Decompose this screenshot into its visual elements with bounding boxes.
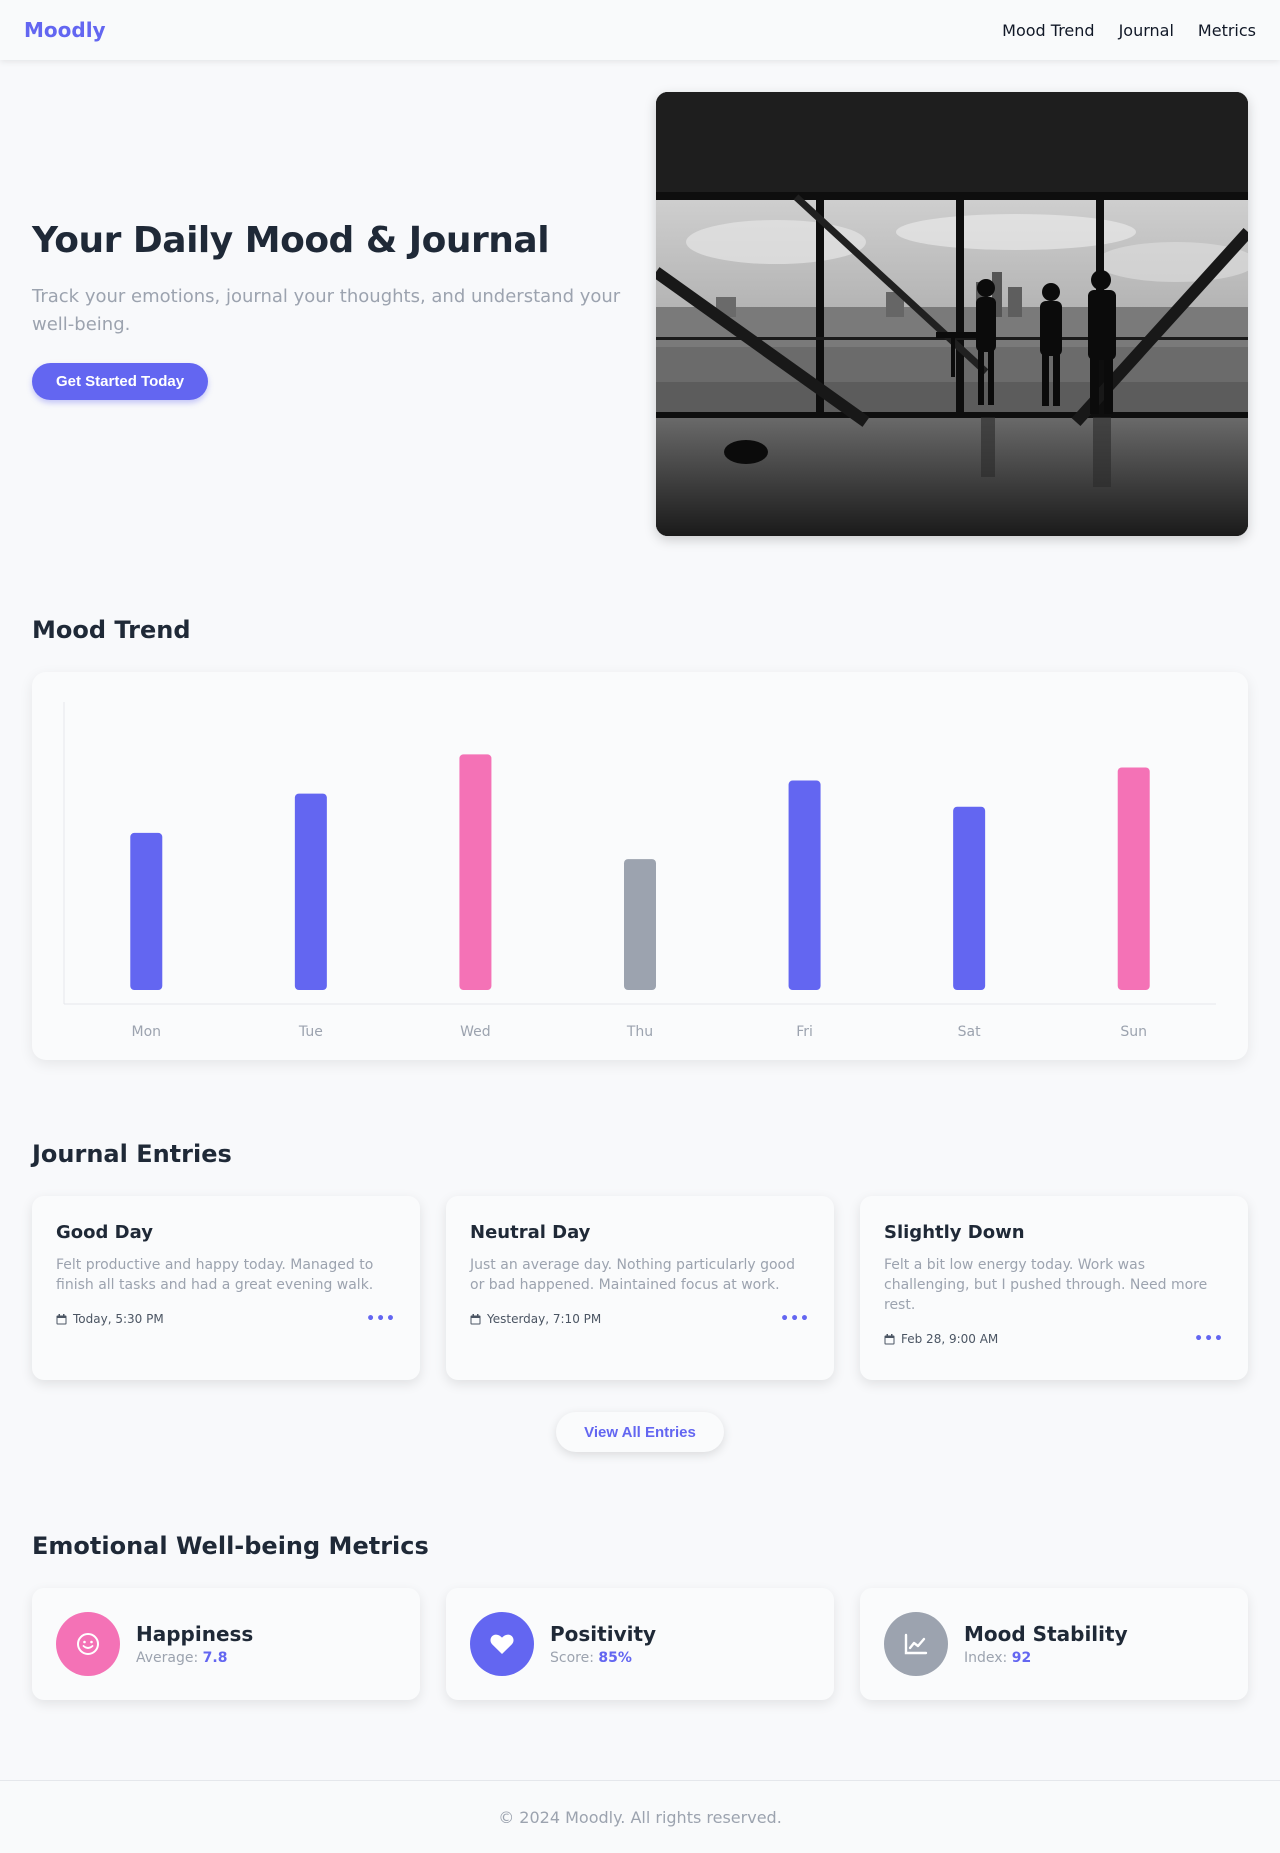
- journal-card-meta: Yesterday, 7:10 PM •••: [470, 1311, 810, 1327]
- metric-icon-circle: [884, 1612, 948, 1676]
- smile-icon: [77, 1633, 99, 1655]
- metric-card-happiness: Happiness Average: 7.8: [32, 1588, 420, 1700]
- metric-subtitle: Index: 92: [964, 1650, 1128, 1666]
- heart-icon: [490, 1634, 514, 1654]
- main-nav: Mood Trend Journal Metrics: [1002, 21, 1256, 40]
- metric-icon-circle: [56, 1612, 120, 1676]
- chart-x-tick-label: Tue: [298, 1024, 323, 1040]
- journal-card-date-text: Yesterday, 7:10 PM: [487, 1312, 602, 1326]
- metric-title: Happiness: [136, 1622, 254, 1646]
- calendar-icon: [884, 1333, 895, 1344]
- metric-text: Positivity Score: 85%: [550, 1622, 656, 1666]
- hero-title: Your Daily Mood & Journal: [32, 220, 550, 261]
- journal-card-date-text: Feb 28, 9:00 AM: [901, 1332, 999, 1346]
- metrics-list: Happiness Average: 7.8 Positivity Score:…: [32, 1588, 1248, 1700]
- metric-subtitle: Score: 85%: [550, 1650, 656, 1666]
- metric-label: Index:: [964, 1650, 1008, 1666]
- chart-bar-thu[interactable]: [624, 859, 656, 990]
- hero-text: Your Daily Mood & Journal Track your emo…: [32, 220, 632, 400]
- journal-card-text: Just an average day. Nothing particularl…: [470, 1257, 795, 1293]
- journal-card-date: Today, 5:30 PM: [56, 1312, 164, 1326]
- hero-photo-illustration: [656, 92, 1248, 536]
- chart-x-tick-label: Sun: [1120, 1024, 1147, 1040]
- journal-card-date: Yesterday, 7:10 PM: [470, 1312, 601, 1326]
- more-options-icon[interactable]: •••: [780, 1311, 810, 1327]
- hero-subtitle: Track your emotions, journal your though…: [32, 286, 621, 335]
- mood-trend-heading: Mood Trend: [32, 616, 191, 644]
- nav-link-journal[interactable]: Journal: [1119, 21, 1174, 40]
- chart-line-icon: [904, 1633, 928, 1655]
- journal-card[interactable]: Slightly Down Felt a bit low energy toda…: [860, 1196, 1248, 1380]
- nav-link-metrics[interactable]: Metrics: [1198, 21, 1256, 40]
- chart-bar-sun[interactable]: [1117, 767, 1150, 990]
- chart-bar-sat[interactable]: [953, 806, 986, 990]
- calendar-icon: [470, 1313, 481, 1324]
- metric-text: Happiness Average: 7.8: [136, 1622, 253, 1666]
- journal-card[interactable]: Good Day Felt productive and happy today…: [32, 1196, 420, 1380]
- get-started-button[interactable]: Get Started Today: [32, 363, 209, 400]
- hero-image: [656, 92, 1248, 536]
- more-options-icon[interactable]: •••: [1194, 1331, 1224, 1347]
- mood-trend-chart: Mon Tue Wed Thu Fri Sat Sun: [63, 702, 1216, 1040]
- journal-card-meta: Feb 28, 9:00 AM •••: [884, 1331, 1224, 1347]
- journal-card[interactable]: Neutral Day Just an average day. Nothing…: [446, 1196, 834, 1380]
- view-all-entries-button[interactable]: View All Entries: [556, 1412, 724, 1452]
- metrics-heading: Emotional Well-being Metrics: [32, 1532, 429, 1560]
- metric-label: Average:: [136, 1650, 199, 1666]
- metric-title: Mood Stability: [964, 1622, 1128, 1646]
- journal-card-date: Feb 28, 9:00 AM: [884, 1332, 998, 1346]
- metric-value: 92: [1011, 1650, 1032, 1666]
- metric-text: Mood Stability Index: 92: [964, 1622, 1128, 1666]
- chart-bar-wed[interactable]: [459, 754, 492, 990]
- chart-bar-mon[interactable]: [130, 832, 163, 990]
- brand-logo[interactable]: Moodly: [24, 18, 106, 42]
- footer: © 2024 Moodly. All rights reserved.: [0, 1780, 1280, 1853]
- calendar-icon: [56, 1313, 67, 1324]
- journal-heading: Journal Entries: [32, 1140, 232, 1168]
- top-navbar: Moodly Mood Trend Journal Metrics: [0, 0, 1280, 60]
- journal-card-title: Neutral Day: [470, 1222, 591, 1243]
- metric-card-positivity: Positivity Score: 85%: [446, 1588, 834, 1700]
- chart-x-tick-label: Thu: [626, 1024, 653, 1040]
- metric-title: Positivity: [550, 1622, 657, 1646]
- journal-entries-list: Good Day Felt productive and happy today…: [32, 1196, 1248, 1380]
- chart-x-tick-label: Sat: [958, 1024, 981, 1040]
- journal-card-title: Good Day: [56, 1222, 153, 1243]
- journal-card-text: Felt productive and happy today. Managed…: [56, 1257, 374, 1293]
- footer-copyright: © 2024 Moodly. All rights reserved.: [498, 1807, 782, 1827]
- journal-card-text: Felt a bit low energy today. Work was ch…: [884, 1257, 1208, 1313]
- chart-bar-tue[interactable]: [294, 793, 327, 990]
- journal-card-meta: Today, 5:30 PM •••: [56, 1311, 396, 1327]
- mood-trend-chart-card: Mon Tue Wed Thu Fri Sat Sun: [32, 672, 1248, 1060]
- more-options-icon[interactable]: •••: [366, 1311, 396, 1327]
- metric-label: Score:: [550, 1650, 594, 1666]
- chart-x-tick-label: Wed: [460, 1024, 491, 1040]
- metric-icon-circle: [470, 1612, 534, 1676]
- metric-value: 85%: [598, 1650, 632, 1666]
- chart-x-tick-label: Fri: [796, 1024, 813, 1040]
- metric-value: 7.8: [202, 1650, 228, 1666]
- chart-x-tick-label: Mon: [132, 1024, 162, 1040]
- hero-section: Your Daily Mood & Journal Track your emo…: [32, 92, 1248, 536]
- nav-link-mood-trend[interactable]: Mood Trend: [1002, 21, 1094, 40]
- journal-card-title: Slightly Down: [884, 1222, 1025, 1243]
- chart-bar-fri[interactable]: [788, 780, 821, 990]
- metric-subtitle: Average: 7.8: [136, 1650, 253, 1666]
- journal-card-date-text: Today, 5:30 PM: [73, 1312, 164, 1326]
- metric-card-mood-stability: Mood Stability Index: 92: [860, 1588, 1248, 1700]
